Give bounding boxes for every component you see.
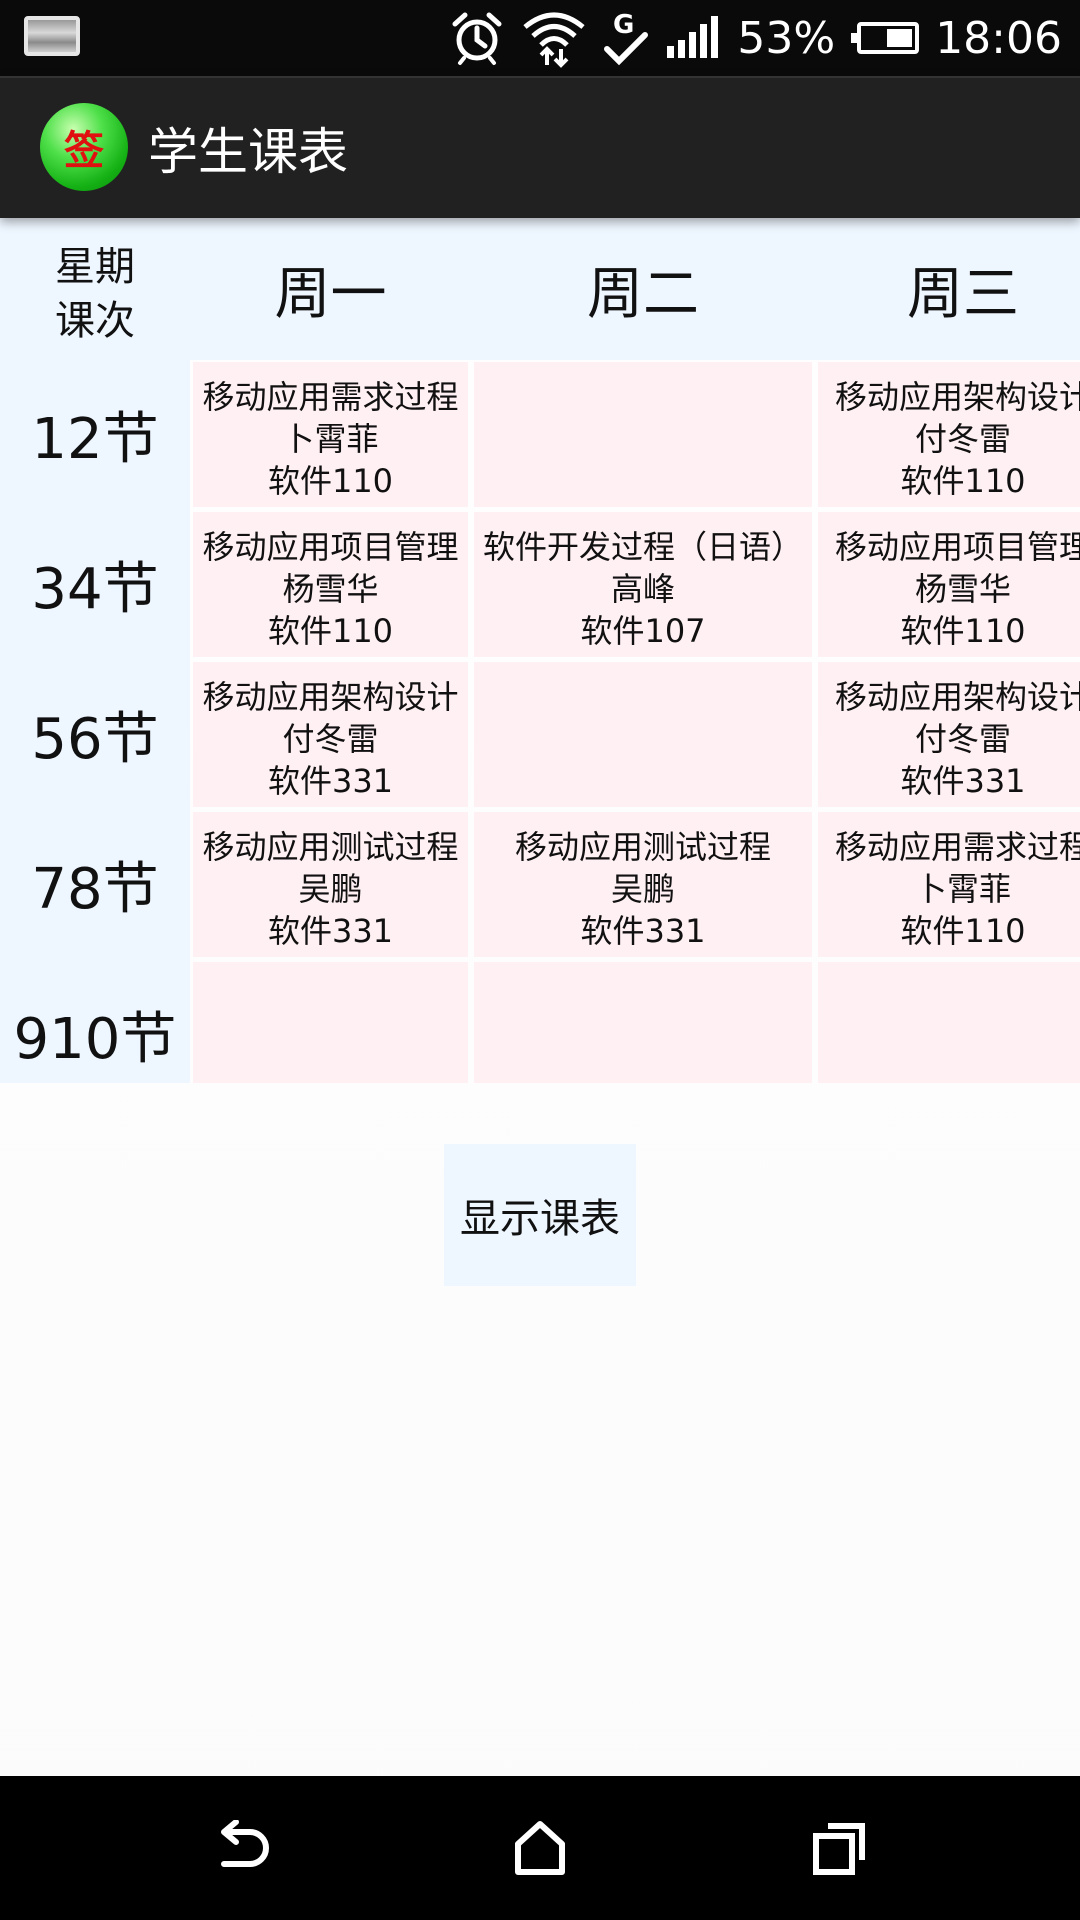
- period-label: 910节: [13, 1007, 177, 1072]
- cell-course: 移动应用需求过程: [834, 828, 1080, 866]
- cell-room: 软件110: [900, 612, 1026, 650]
- status-bar: G 53% 18:06: [0, 0, 1080, 76]
- app-logo-glyph: 签: [64, 127, 104, 174]
- cell-course: 移动应用项目管理: [834, 528, 1080, 566]
- cell-room: 软件110: [267, 612, 394, 650]
- period-label: 34节: [31, 557, 159, 622]
- timetable-cell[interactable]: [818, 962, 1080, 1083]
- signal-icon: [665, 16, 721, 60]
- cell-room: 软件110: [900, 912, 1026, 950]
- cell-room: 软件331: [900, 762, 1026, 800]
- notification-image-icon: [24, 16, 80, 56]
- cell-teacher: 付冬雷: [914, 420, 1011, 458]
- cell-course: 软件开发过程（日语）: [482, 528, 803, 566]
- day-header: 周二: [587, 261, 699, 327]
- cell-room: 软件107: [580, 612, 706, 650]
- navigation-bar: [0, 1776, 1080, 1920]
- cell-room: 软件331: [267, 762, 394, 800]
- wifi-icon: [521, 7, 587, 69]
- cell-room: 软件110: [267, 462, 394, 500]
- timetable-cell[interactable]: 移动应用需求过程 卜霄菲软件110: [193, 362, 468, 507]
- cell-teacher: 吴鹏: [298, 870, 363, 908]
- page-title: 学生课表: [148, 123, 348, 181]
- timetable-cell[interactable]: [474, 362, 812, 507]
- timetable-cell[interactable]: 移动应用项目管理 杨雪华软件110: [193, 512, 468, 657]
- day-header: 周三: [907, 261, 1019, 327]
- timetable-cell[interactable]: [474, 662, 812, 807]
- cell-teacher: 吴鹏: [610, 870, 675, 908]
- status-icons: G 53% 18:06: [449, 0, 1062, 76]
- corner-label-day: 星期: [55, 244, 135, 290]
- back-icon[interactable]: [204, 1812, 276, 1884]
- cell-course: 移动应用架构设计: [834, 678, 1080, 716]
- cell-teacher: 杨雪华: [282, 570, 379, 608]
- data-sync-check-icon: G: [603, 7, 649, 69]
- cell-room: 软件331: [580, 912, 706, 950]
- cell-teacher: 卜霄菲: [914, 870, 1011, 908]
- svg-text:G: G: [613, 10, 634, 40]
- cell-teacher: 付冬雷: [914, 720, 1011, 758]
- clock: 18:06: [935, 12, 1062, 64]
- battery-percent: 53%: [737, 12, 836, 64]
- action-bar: 签 学生课表: [0, 76, 1080, 218]
- timetable-cell[interactable]: 移动应用需求过程卜霄菲软件110: [818, 812, 1080, 957]
- show-timetable-button[interactable]: 显示课表: [444, 1144, 636, 1286]
- timetable: 星期 课次 周一 周二 周三 12节 移动应用需求过程 卜霄菲 软件110 移动应用架构设计付…: [0, 218, 1080, 1083]
- timetable-cell[interactable]: 移动应用架构设计 付冬雷软件331: [193, 662, 468, 807]
- timetable-cell[interactable]: 移动应用架构设计付冬雷软件331: [818, 662, 1080, 807]
- corner-label-period: 课次: [55, 298, 135, 344]
- cell-teacher: 卜霄菲: [282, 420, 379, 458]
- cell-course: 移动应用需求过程: [202, 378, 459, 416]
- cell-teacher: 高峰: [610, 570, 675, 608]
- timetable-cell[interactable]: 移动应用测试过程 吴鹏软件331: [193, 812, 468, 957]
- battery-icon: [851, 22, 920, 54]
- timetable-cell[interactable]: 软件开发过程（日语） 高峰软件107: [474, 512, 812, 657]
- day-header: 周一: [274, 261, 387, 327]
- cell-room: 软件331: [267, 912, 394, 950]
- timetable-cell[interactable]: [193, 962, 468, 1083]
- period-label: 56节: [31, 707, 159, 772]
- home-icon[interactable]: [504, 1812, 576, 1884]
- cell-room: 软件110: [900, 462, 1026, 500]
- app-logo-icon[interactable]: 签: [40, 103, 128, 191]
- corner-label: 星期 课次: [0, 240, 190, 348]
- cell-course: 移动应用测试过程: [514, 828, 771, 866]
- recents-icon[interactable]: [804, 1812, 876, 1884]
- period-label: 12节: [31, 407, 159, 472]
- cell-course: 移动应用架构设计: [202, 678, 459, 716]
- timetable-cell[interactable]: 移动应用测试过程 吴鹏软件331: [474, 812, 812, 957]
- alarm-icon: [449, 10, 505, 66]
- cell-course: 移动应用项目管理: [202, 528, 459, 566]
- battery-level: [887, 29, 913, 47]
- cell-teacher: 付冬雷: [282, 720, 379, 758]
- timetable-cell[interactable]: 移动应用架构设计付冬雷软件110: [818, 362, 1080, 507]
- period-label: 78节: [31, 857, 159, 922]
- cell-course: 移动应用测试过程: [202, 828, 459, 866]
- timetable-cell[interactable]: [474, 962, 812, 1083]
- cell-course: 移动应用架构设计: [834, 378, 1080, 416]
- timetable-cell[interactable]: 移动应用项目管理杨雪华软件110: [818, 512, 1080, 657]
- cell-teacher: 杨雪华: [914, 570, 1011, 608]
